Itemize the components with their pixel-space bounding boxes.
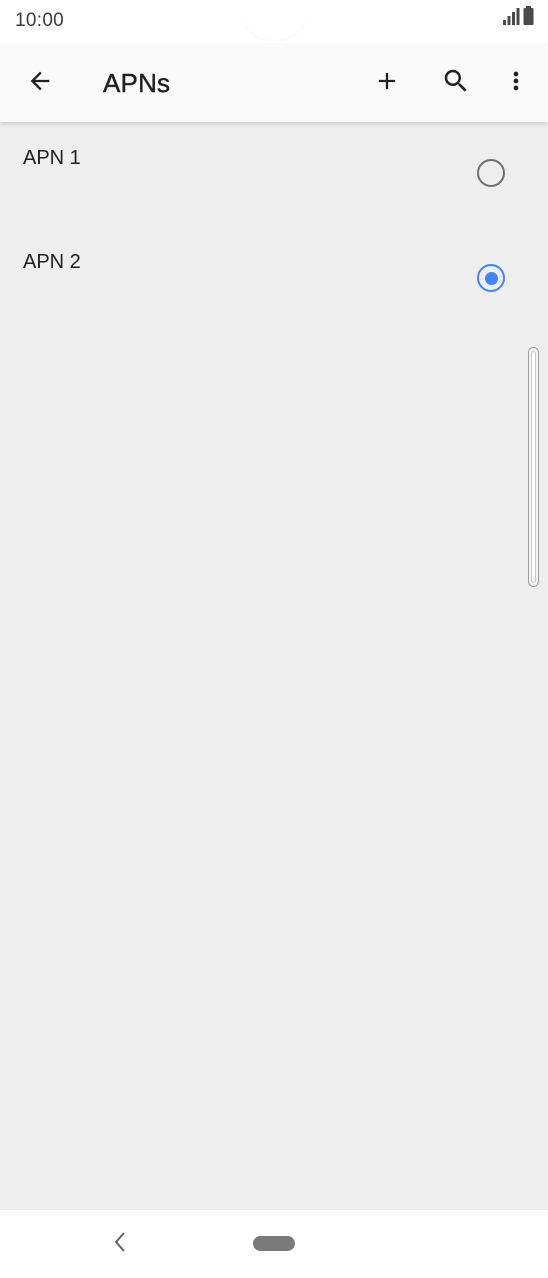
camera-notch [238, 0, 310, 40]
app-bar: APNs [0, 44, 548, 122]
status-icons [502, 6, 534, 30]
home-pill-icon[interactable] [253, 1236, 295, 1251]
apn-list-item[interactable]: APN 2 [0, 226, 548, 330]
scrollbar-thumb[interactable] [531, 351, 536, 583]
page-title: APNs [103, 68, 171, 98]
radio-checked-dot [484, 271, 498, 285]
scrollbar[interactable] [528, 347, 539, 587]
apn-name: APN 2 [23, 251, 81, 273]
apn-name: APN 1 [23, 147, 81, 169]
apn-radio-button-selected[interactable] [477, 264, 505, 292]
nav-back-button[interactable] [106, 1230, 134, 1258]
status-bar: 10:00 [0, 0, 548, 44]
back-button[interactable] [16, 59, 64, 107]
apn-radio-button[interactable] [477, 159, 505, 187]
back-arrow-icon [26, 67, 54, 100]
system-nav-bar [0, 1210, 548, 1278]
more-vert-icon [502, 67, 530, 100]
add-icon [373, 67, 401, 100]
apn-list-item[interactable]: APN 1 [0, 122, 548, 226]
nav-back-icon [112, 1230, 128, 1259]
signal-icon [502, 7, 520, 30]
battery-icon [523, 6, 534, 30]
apn-list: APN 1 APN 2 [0, 122, 548, 330]
search-icon [441, 66, 471, 101]
more-options-button[interactable] [492, 59, 540, 107]
status-time: 10:00 [15, 10, 65, 31]
search-button[interactable] [432, 59, 480, 107]
add-apn-button[interactable] [363, 59, 411, 107]
